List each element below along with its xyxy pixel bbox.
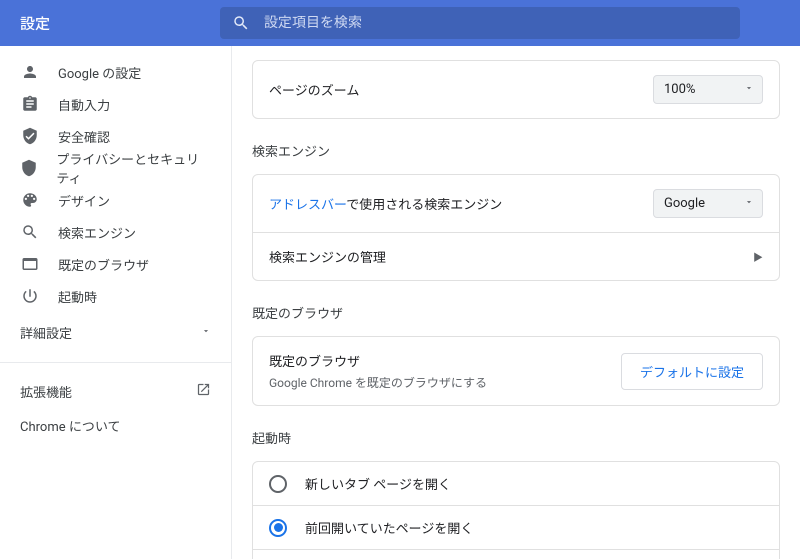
- search-engine-value: Google: [664, 196, 705, 211]
- shield-check-icon: [20, 126, 40, 146]
- set-default-button[interactable]: デフォルトに設定: [621, 353, 763, 390]
- top-bar: 設定: [0, 0, 800, 46]
- sidebar-item-privacy[interactable]: プライバシーとセキュリティ: [0, 152, 231, 184]
- zoom-label: ページのズーム: [269, 80, 359, 99]
- startup-option-label: 前回開いていたページを開く: [305, 518, 473, 537]
- chevron-down-icon: [201, 325, 211, 340]
- startup-option-label: 新しいタブ ページを開く: [305, 474, 451, 493]
- sidebar-item-search-engine[interactable]: 検索エンジン: [0, 216, 231, 248]
- sidebar-item-label: デザイン: [58, 191, 110, 210]
- sidebar-divider: [0, 362, 231, 363]
- sidebar-item-label: 検索エンジン: [58, 223, 136, 242]
- startup-option-new-tab[interactable]: 新しいタブ ページを開く: [253, 462, 779, 505]
- sidebar-advanced-label: 詳細設定: [20, 323, 72, 342]
- default-browser-row: 既定のブラウザ Google Chrome を既定のブラウザにする デフォルトに…: [253, 337, 779, 405]
- sidebar-item-startup[interactable]: 起動時: [0, 280, 231, 312]
- search-icon: [20, 222, 40, 242]
- zoom-row[interactable]: ページのズーム 100%: [253, 61, 779, 118]
- default-browser-label: 既定のブラウザ: [269, 351, 487, 370]
- sidebar: Google の設定 自動入力 安全確認 プライバシーとセキュリティ デザイン …: [0, 46, 232, 559]
- default-browser-card: 既定のブラウザ Google Chrome を既定のブラウザにする デフォルトに…: [252, 336, 780, 406]
- chevron-down-icon: [744, 196, 754, 211]
- search-engine-card: アドレスバーで使用される検索エンジン Google 検索エンジンの管理 ▶: [252, 174, 780, 281]
- search-engine-select[interactable]: Google: [653, 189, 763, 218]
- sidebar-item-label: 自動入力: [58, 95, 110, 114]
- radio-icon: [269, 519, 287, 537]
- zoom-value: 100%: [664, 82, 695, 97]
- search-input[interactable]: [264, 15, 728, 31]
- sidebar-item-autofill[interactable]: 自動入力: [0, 88, 231, 120]
- sidebar-item-google[interactable]: Google の設定: [0, 56, 231, 88]
- radio-icon: [269, 475, 287, 493]
- sidebar-item-label: Google の設定: [58, 63, 141, 82]
- chevron-down-icon: [744, 82, 754, 97]
- default-browser-subtext: Google Chrome を既定のブラウザにする: [269, 374, 487, 391]
- startup-card: 新しいタブ ページを開く 前回開いていたページを開く 特定のページまたはページセ…: [252, 461, 780, 559]
- address-bar-search-engine-label: アドレスバーで使用される検索エンジン: [269, 194, 502, 213]
- search-icon: [232, 14, 250, 32]
- sidebar-item-appearance[interactable]: デザイン: [0, 184, 231, 216]
- sidebar-item-label: プライバシーとセキュリティ: [56, 149, 211, 187]
- startup-option-specific[interactable]: 特定のページまたはページセットを開く: [253, 549, 779, 559]
- palette-icon: [20, 190, 40, 210]
- zoom-card: ページのズーム 100%: [252, 60, 780, 119]
- manage-search-engines-row[interactable]: 検索エンジンの管理 ▶: [253, 232, 779, 280]
- chevron-right-icon: ▶: [753, 249, 763, 264]
- manage-search-engines-label: 検索エンジンの管理: [269, 247, 386, 266]
- search-engine-section-title: 検索エンジン: [252, 141, 780, 160]
- sidebar-item-safety[interactable]: 安全確認: [0, 120, 231, 152]
- sidebar-item-default-browser[interactable]: 既定のブラウザ: [0, 248, 231, 280]
- sidebar-about[interactable]: Chrome について: [0, 411, 231, 439]
- sidebar-advanced-toggle[interactable]: 詳細設定: [0, 316, 231, 348]
- shield-icon: [20, 158, 38, 178]
- sidebar-item-label: 起動時: [58, 287, 97, 306]
- address-bar-link[interactable]: アドレスバー: [269, 198, 346, 213]
- browser-icon: [20, 254, 40, 274]
- power-icon: [20, 286, 40, 306]
- sidebar-extensions-label: 拡張機能: [20, 382, 72, 401]
- open-in-new-icon: [196, 382, 211, 401]
- startup-option-continue[interactable]: 前回開いていたページを開く: [253, 505, 779, 549]
- startup-section-title: 起動時: [252, 428, 780, 447]
- app-title: 設定: [20, 13, 50, 34]
- clipboard-icon: [20, 94, 40, 114]
- address-bar-search-engine-row[interactable]: アドレスバーで使用される検索エンジン Google: [253, 175, 779, 232]
- sidebar-extensions[interactable]: 拡張機能: [0, 377, 231, 405]
- default-browser-section-title: 既定のブラウザ: [252, 303, 780, 322]
- search-box[interactable]: [220, 7, 740, 39]
- sidebar-item-label: 既定のブラウザ: [58, 255, 149, 274]
- sidebar-item-label: 安全確認: [58, 127, 110, 146]
- main-content: ページのズーム 100% 検索エンジン アドレスバーで使用される検索エンジン G…: [232, 46, 800, 559]
- zoom-select[interactable]: 100%: [653, 75, 763, 104]
- default-browser-text: 既定のブラウザ Google Chrome を既定のブラウザにする: [269, 351, 487, 391]
- person-icon: [20, 62, 40, 82]
- sidebar-about-label: Chrome について: [20, 416, 120, 435]
